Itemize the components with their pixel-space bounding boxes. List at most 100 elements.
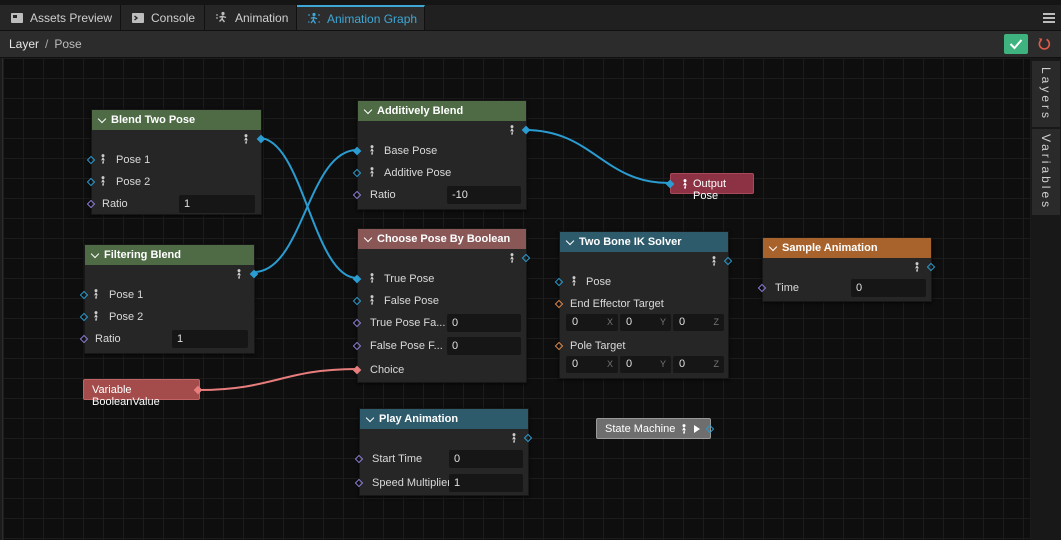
pose-output-pin[interactable]	[256, 134, 266, 144]
ratio-field[interactable]: 1	[172, 330, 248, 348]
false-fade-label: False Pose F...	[370, 340, 443, 352]
pose-output-pin[interactable]	[523, 433, 533, 443]
tab-animation[interactable]: Animation	[205, 5, 297, 30]
pose-icon	[370, 295, 374, 305]
pose1-input-pin[interactable]	[86, 155, 96, 165]
node-header[interactable]: Blend Two Pose	[92, 110, 261, 130]
base-pose-input-pin[interactable]	[352, 146, 362, 156]
wire-filtering-to-base-pose	[253, 149, 358, 273]
pole-target-z-field[interactable]: 0Z	[673, 356, 724, 373]
pose1-label: Pose 1	[109, 289, 144, 301]
axis-z-label: Z	[713, 359, 720, 369]
collapse-chevron-icon[interactable]	[97, 114, 107, 123]
pose-output-pin[interactable]	[249, 269, 259, 279]
false-fade-field[interactable]: 0	[447, 337, 521, 355]
speed-input-pin[interactable]	[354, 478, 364, 488]
ratio-input-pin[interactable]	[86, 199, 96, 209]
pose-output-icon	[512, 433, 516, 443]
pose-output-pin[interactable]	[723, 256, 733, 266]
collapse-chevron-icon[interactable]	[90, 249, 100, 258]
tab-layers[interactable]: Layers	[1032, 61, 1060, 127]
output-pose-node[interactable]: Output Pose	[665, 173, 754, 202]
pose-output-pin[interactable]	[521, 125, 531, 135]
assets-preview-icon	[11, 12, 23, 23]
true-fade-field[interactable]: 0	[447, 314, 521, 332]
true-pose-input-pin[interactable]	[352, 274, 362, 284]
end-effector-y-field[interactable]: 0Y	[620, 314, 671, 331]
node-two-bone-ik-solver[interactable]: Two Bone IK Solver Pose End Effector Tar…	[554, 231, 733, 379]
start-time-field[interactable]: 0	[449, 450, 523, 468]
node-filtering-blend[interactable]: Filtering Blend Pose 1 Pose 2 Ratio 1	[79, 244, 259, 354]
node-additively-blend[interactable]: Additively Blend Base Pose Additive Pose…	[352, 100, 531, 210]
pose2-label: Pose 2	[109, 311, 144, 323]
collapse-chevron-icon[interactable]	[363, 105, 373, 114]
pose2-input-pin[interactable]	[86, 177, 96, 187]
time-input-pin[interactable]	[757, 283, 767, 293]
ratio-input-pin[interactable]	[352, 190, 362, 200]
pole-target-y-field[interactable]: 0Y	[620, 356, 671, 373]
pose-output-pin[interactable]	[521, 253, 531, 263]
node-header[interactable]: Filtering Blend	[85, 245, 254, 265]
ratio-field[interactable]: -10	[447, 186, 521, 204]
reset-button[interactable]	[1034, 34, 1054, 54]
node-header[interactable]: Choose Pose By Boolean	[358, 229, 526, 249]
pose2-input-pin[interactable]	[79, 312, 89, 322]
pole-target-input-pin[interactable]	[554, 341, 564, 351]
axis-z-label: Z	[713, 317, 720, 327]
node-play-animation[interactable]: Play Animation Start Time 0 Speed Multip…	[354, 408, 533, 496]
time-field[interactable]: 0	[851, 279, 926, 297]
collapse-chevron-icon[interactable]	[363, 233, 373, 242]
field-value: 0	[679, 316, 686, 328]
breadcrumb: Layer / Pose	[9, 37, 82, 51]
field-value: 0	[572, 316, 579, 328]
pose1-input-pin[interactable]	[79, 290, 89, 300]
end-effector-z-field[interactable]: 0Z	[673, 314, 724, 331]
node-header[interactable]: Play Animation	[360, 409, 528, 429]
false-pose-label: False Pose	[384, 295, 440, 307]
state-machine-output-pin[interactable]	[705, 424, 715, 434]
ratio-field[interactable]: 1	[179, 195, 255, 213]
graph-canvas[interactable]: Blend Two Pose Pose 1 Pose 2 Ratio 1 Fil…	[2, 58, 1030, 540]
variable-booleanvalue-node[interactable]: Variable BooleanValue	[83, 379, 203, 408]
tab-variables[interactable]: Variables	[1032, 129, 1060, 215]
apply-button[interactable]	[1004, 34, 1028, 54]
breadcrumb-layer[interactable]: Layer	[9, 37, 39, 51]
false-fade-input-pin[interactable]	[352, 341, 362, 351]
node-header[interactable]: Sample Animation	[763, 238, 931, 258]
start-time-input-pin[interactable]	[354, 454, 364, 464]
right-sidebar: Layers Variables	[1031, 58, 1061, 540]
node-sample-animation[interactable]: Sample Animation Time 0	[757, 237, 936, 302]
choice-input-pin[interactable]	[352, 365, 362, 375]
node-header[interactable]: Additively Blend	[358, 101, 526, 121]
ratio-input-pin[interactable]	[79, 334, 89, 344]
speed-field[interactable]: 1	[449, 474, 523, 492]
false-pose-input-pin[interactable]	[352, 296, 362, 306]
tab-animation-graph[interactable]: Animation Graph	[297, 5, 425, 30]
state-machine-node[interactable]: State Machine	[596, 418, 715, 439]
panel-menu-icon[interactable]	[1043, 13, 1055, 23]
node-header[interactable]: Two Bone IK Solver	[560, 232, 728, 252]
end-effector-x-field[interactable]: 0X	[566, 314, 618, 331]
collapse-chevron-icon[interactable]	[365, 413, 375, 422]
node-title: Play Animation	[379, 413, 459, 425]
additive-pose-input-pin[interactable]	[352, 168, 362, 178]
node-blend-two-pose[interactable]: Blend Two Pose Pose 1 Pose 2 Ratio 1	[86, 109, 266, 215]
collapse-chevron-icon[interactable]	[565, 236, 575, 245]
node-choose-pose-by-boolean[interactable]: Choose Pose By Boolean True Pose False P…	[352, 228, 531, 383]
field-value: 0	[626, 316, 633, 328]
pose-icon	[370, 167, 374, 177]
pose-icon	[101, 176, 105, 186]
true-fade-input-pin[interactable]	[352, 318, 362, 328]
tab-assets-preview[interactable]: Assets Preview	[0, 5, 121, 30]
end-effector-input-pin[interactable]	[554, 299, 564, 309]
collapse-chevron-icon[interactable]	[768, 242, 778, 251]
field-value: 0	[572, 358, 579, 370]
pole-target-x-field[interactable]: 0X	[566, 356, 618, 373]
true-fade-label: True Pose Fa...	[370, 317, 446, 329]
axis-x-label: X	[606, 359, 613, 369]
pose-icon	[683, 179, 687, 189]
pose-input-pin[interactable]	[554, 277, 564, 287]
pose-output-pin[interactable]	[926, 262, 936, 272]
tab-console[interactable]: Console	[121, 5, 205, 30]
output-pose-input-pin[interactable]	[665, 179, 675, 189]
